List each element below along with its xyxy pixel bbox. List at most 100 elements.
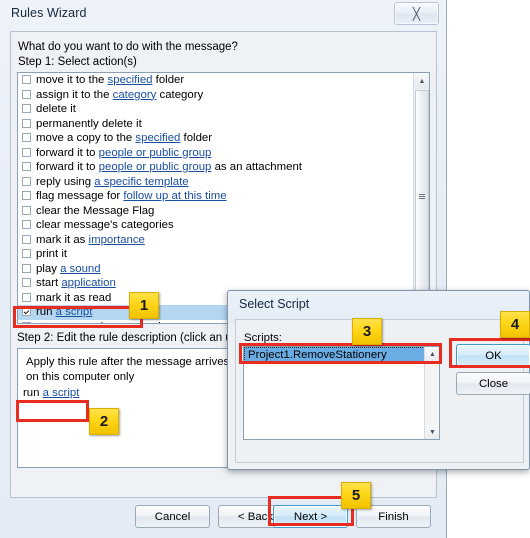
action-link[interactable]: application [61, 277, 115, 289]
scripts-scroll-up-icon[interactable]: ▲ [425, 347, 439, 361]
action-link[interactable]: a script [56, 306, 93, 318]
checkbox-icon[interactable] [22, 162, 31, 171]
action-label: flag message for [36, 190, 124, 202]
screen: Rules Wizard ╳ What do you want to do wi… [0, 0, 530, 538]
action-label: mark it as [36, 233, 89, 246]
action-row[interactable]: assign it to the category category [18, 88, 429, 103]
badge-2: 2 [89, 408, 119, 435]
action-row[interactable]: print it [18, 247, 429, 262]
action-link[interactable]: people or public group [99, 147, 212, 159]
action-link[interactable]: people or public group [99, 161, 212, 173]
action-row[interactable]: forward it to people or public group [18, 146, 429, 161]
action-label: clear message's categories [36, 219, 174, 231]
action-row[interactable]: move a copy to the specified folder [18, 131, 429, 146]
action-label: move a copy to the [36, 132, 136, 144]
script-rows: Project1.RemoveStationery [244, 347, 439, 362]
action-label: assign it to the [36, 88, 113, 101]
checkbox-icon[interactable] [22, 118, 31, 128]
action-label: start [36, 277, 62, 289]
checkbox-checked-icon[interactable] [22, 307, 31, 316]
scripts-listbox[interactable]: Project1.RemoveStationery ▲ ▼ [243, 346, 440, 440]
action-link[interactable]: category [113, 89, 157, 101]
checkbox-icon[interactable] [22, 176, 31, 186]
action-label: stop processing more rules [36, 321, 173, 324]
scripts-label: Scripts: [244, 332, 282, 344]
scripts-scrollbar[interactable]: ▲ ▼ [424, 347, 439, 439]
action-label: play [36, 262, 61, 275]
ok-button[interactable]: OK [456, 344, 530, 367]
action-listbox[interactable]: move it to the specified folder assign it… [17, 72, 430, 324]
action-row[interactable]: move it to the specified folder [18, 73, 429, 88]
action-label: clear the Message Flag [36, 204, 155, 217]
checkbox-icon[interactable] [22, 191, 31, 200]
action-row[interactable]: flag message for follow up at this time [18, 189, 429, 204]
action-label: forward it to [36, 161, 99, 173]
action-link[interactable]: specified [135, 132, 180, 144]
action-rows: move it to the specified folder assign it… [18, 73, 429, 324]
title-bar: Rules Wizard ╳ [0, 0, 447, 30]
action-link[interactable]: a sound [60, 263, 101, 275]
action-row[interactable]: play a sound [18, 262, 429, 277]
action-label: forward it to [36, 146, 99, 159]
window-title: Rules Wizard [11, 6, 87, 20]
scripts-scroll-down-icon[interactable]: ▼ [425, 425, 439, 439]
wizard-button-row: Cancel < Back Next > Finish [0, 497, 447, 538]
cancel-button[interactable]: Cancel [135, 505, 210, 528]
action-link[interactable]: specified [108, 74, 153, 86]
action-row[interactable]: clear message's categories [18, 218, 429, 233]
action-row[interactable]: start application [18, 276, 429, 291]
checkbox-icon[interactable] [22, 133, 31, 142]
action-row[interactable]: mark it as importance [18, 233, 429, 248]
action-label-suffix: folder [152, 74, 185, 86]
action-row[interactable]: forward it to people or public group as … [18, 160, 429, 175]
question-label: What do you want to do with the message? [18, 41, 238, 53]
checkbox-icon[interactable] [22, 234, 31, 244]
checkbox-icon[interactable] [22, 220, 31, 229]
close-icon: ╳ [412, 6, 421, 21]
action-row[interactable]: clear the Message Flag [18, 204, 429, 219]
checkbox-icon[interactable] [22, 292, 31, 302]
next-button[interactable]: Next > [273, 505, 348, 528]
checkbox-icon[interactable] [22, 104, 31, 113]
checkbox-icon[interactable] [22, 89, 31, 99]
action-label: print it [36, 248, 68, 260]
checkbox-icon[interactable] [22, 278, 31, 287]
action-label-suffix: folder [180, 132, 213, 144]
description-run-text: run [23, 387, 43, 399]
select-script-dialog: Select Script Scripts: Project1.RemoveSt… [227, 290, 530, 470]
scrollbar-thumb[interactable] [415, 90, 429, 302]
checkbox-icon[interactable] [22, 263, 31, 273]
badge-3: 3 [352, 318, 382, 345]
dialog-close-button[interactable]: Close [456, 372, 530, 395]
action-label: delete it [36, 103, 76, 115]
action-list-scrollbar[interactable]: ▲ ▼ [413, 73, 429, 323]
checkbox-icon[interactable] [22, 321, 31, 323]
action-row[interactable]: reply using a specific template [18, 175, 429, 190]
scrollbar-grip-icon [419, 193, 425, 199]
dialog-title: Select Script [239, 297, 310, 311]
checkbox-icon[interactable] [22, 75, 31, 84]
close-button[interactable]: ╳ [394, 2, 439, 25]
step2-label: Step 2: Edit the rule description (click… [17, 332, 245, 344]
step1-label: Step 1: Select action(s) [18, 56, 137, 68]
action-label-suffix: as an attachment [211, 161, 302, 173]
scroll-up-icon[interactable]: ▲ [414, 73, 429, 89]
action-label-suffix: category [156, 88, 204, 101]
checkbox-icon[interactable] [22, 147, 31, 157]
action-label: move it to the [36, 74, 108, 86]
action-label: permanently delete it [36, 117, 142, 130]
badge-4: 4 [500, 311, 530, 338]
action-link[interactable]: follow up at this time [123, 190, 226, 202]
action-label: reply using [36, 175, 95, 188]
action-row[interactable]: delete it [18, 102, 429, 117]
badge-1: 1 [129, 292, 159, 319]
action-link[interactable]: importance [89, 234, 145, 246]
action-row[interactable]: permanently delete it [18, 117, 429, 132]
badge-5: 5 [341, 482, 371, 509]
action-label: mark it as read [36, 291, 112, 304]
action-link[interactable]: a specific template [94, 176, 188, 188]
checkbox-icon[interactable] [22, 249, 31, 258]
script-list-item[interactable]: Project1.RemoveStationery [244, 347, 439, 362]
description-script-link[interactable]: a script [43, 387, 80, 399]
checkbox-icon[interactable] [22, 205, 31, 215]
